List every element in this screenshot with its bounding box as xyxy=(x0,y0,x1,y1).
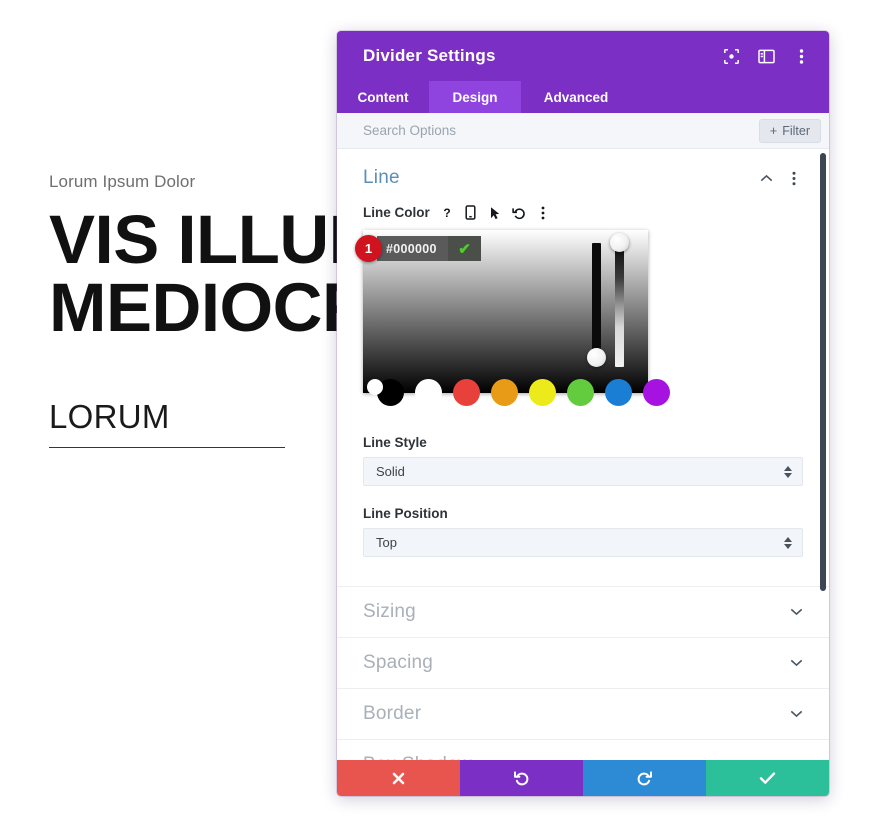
line-position-select[interactable]: Top xyxy=(363,528,803,557)
line-color-field-header: Line Color ? xyxy=(363,205,803,220)
chevron-down-icon[interactable] xyxy=(790,705,803,723)
divider-settings-modal: Divider Settings Content Design Advanced… xyxy=(337,31,829,796)
tab-content[interactable]: Content xyxy=(337,81,429,113)
section-line: Line Line Color ? 1 #000000 ✔ xyxy=(337,149,829,406)
swatch-pointer-icon xyxy=(367,379,383,395)
modal-header-actions xyxy=(722,47,815,65)
section-box-shadow-title: Box Shadow xyxy=(363,754,790,760)
line-position-label: Line Position xyxy=(363,506,448,521)
check-icon[interactable]: ✔ xyxy=(448,236,481,261)
swatch-white[interactable] xyxy=(415,379,442,406)
tab-design[interactable]: Design xyxy=(429,81,521,113)
cancel-button[interactable] xyxy=(337,760,460,796)
chevron-down-icon[interactable] xyxy=(790,756,803,760)
modal-tabs: Content Design Advanced xyxy=(337,81,829,113)
line-position-group: Line Position Top xyxy=(337,506,829,557)
modal-title: Divider Settings xyxy=(363,46,496,65)
save-button[interactable] xyxy=(706,760,829,796)
hex-input[interactable] xyxy=(377,236,448,261)
section-spacing[interactable]: Spacing xyxy=(337,637,829,688)
swatch-green[interactable] xyxy=(567,379,594,406)
swatch-yellow[interactable] xyxy=(529,379,556,406)
step-badge: 1 xyxy=(355,235,382,262)
section-line-header[interactable]: Line xyxy=(363,167,803,189)
more-vertical-icon[interactable] xyxy=(792,47,810,65)
undo-button[interactable] xyxy=(460,760,583,796)
line-style-label: Line Style xyxy=(363,435,427,450)
redo-icon xyxy=(636,770,653,787)
divider-module: LORUM xyxy=(49,398,285,448)
line-color-label: Line Color xyxy=(363,205,430,220)
panel-layout-icon[interactable] xyxy=(757,47,775,65)
svg-text:?: ? xyxy=(443,206,450,220)
section-box-shadow[interactable]: Box Shadow xyxy=(337,739,829,760)
modal-body: Line Line Color ? 1 #000000 ✔ Line Style… xyxy=(337,149,829,760)
line-style-value: Solid xyxy=(376,464,405,479)
section-border-title: Border xyxy=(363,703,422,724)
divider-line xyxy=(49,447,285,448)
line-style-select[interactable]: Solid xyxy=(363,457,803,486)
section-sizing[interactable]: Sizing xyxy=(337,586,829,637)
sub-headline: LORUM xyxy=(49,398,170,435)
close-x-icon xyxy=(391,771,406,786)
swatch-orange[interactable] xyxy=(491,379,518,406)
swatch-red[interactable] xyxy=(453,379,480,406)
select-stepper-icon xyxy=(784,536,792,549)
help-icon[interactable]: ? xyxy=(440,205,454,220)
section-sizing-title: Sizing xyxy=(363,601,416,622)
modal-header: Divider Settings xyxy=(337,31,829,81)
swatch-purple[interactable] xyxy=(643,379,670,406)
scrollbar-track[interactable] xyxy=(820,153,826,760)
chevron-down-icon[interactable] xyxy=(790,654,803,672)
more-vertical-icon[interactable] xyxy=(787,171,801,186)
hue-slider-handle[interactable] xyxy=(587,348,606,367)
reset-icon[interactable] xyxy=(512,205,526,220)
chevron-up-icon[interactable] xyxy=(759,171,773,186)
redo-button[interactable] xyxy=(583,760,706,796)
filter-button-label: Filter xyxy=(782,123,810,138)
alpha-slider-track[interactable] xyxy=(615,243,624,367)
section-line-title: Line xyxy=(363,167,400,188)
mobile-device-icon[interactable] xyxy=(464,205,478,220)
color-picker[interactable]: 1 ✔ xyxy=(355,230,670,406)
scrollbar-thumb[interactable] xyxy=(820,153,826,591)
line-position-value: Top xyxy=(376,535,397,550)
modal-footer xyxy=(337,760,829,796)
search-bar: + Filter xyxy=(337,113,829,149)
color-swatches xyxy=(367,379,670,406)
section-line-tools xyxy=(759,171,803,186)
filter-button[interactable]: + Filter xyxy=(758,118,821,143)
screen-root: Lorum Ipsum Dolor VIS ILLUD MEDIOCREM LO… xyxy=(0,0,880,830)
undo-icon xyxy=(513,770,530,787)
search-input[interactable] xyxy=(363,123,759,138)
section-spacing-title: Spacing xyxy=(363,652,434,673)
alpha-slider-handle[interactable] xyxy=(610,233,629,252)
tab-advanced[interactable]: Advanced xyxy=(521,81,631,113)
section-border[interactable]: Border xyxy=(337,688,829,739)
line-style-group: Line Style Solid xyxy=(337,435,829,486)
hex-input-group: 1 ✔ xyxy=(355,235,481,262)
plus-icon: + xyxy=(769,123,778,138)
cursor-pointer-icon[interactable] xyxy=(488,205,502,220)
chevron-down-icon[interactable] xyxy=(790,603,803,621)
select-stepper-icon xyxy=(784,465,792,478)
check-icon xyxy=(759,771,776,785)
swatch-blue[interactable] xyxy=(605,379,632,406)
more-vertical-icon[interactable] xyxy=(536,205,550,220)
focus-target-icon[interactable] xyxy=(722,47,740,65)
